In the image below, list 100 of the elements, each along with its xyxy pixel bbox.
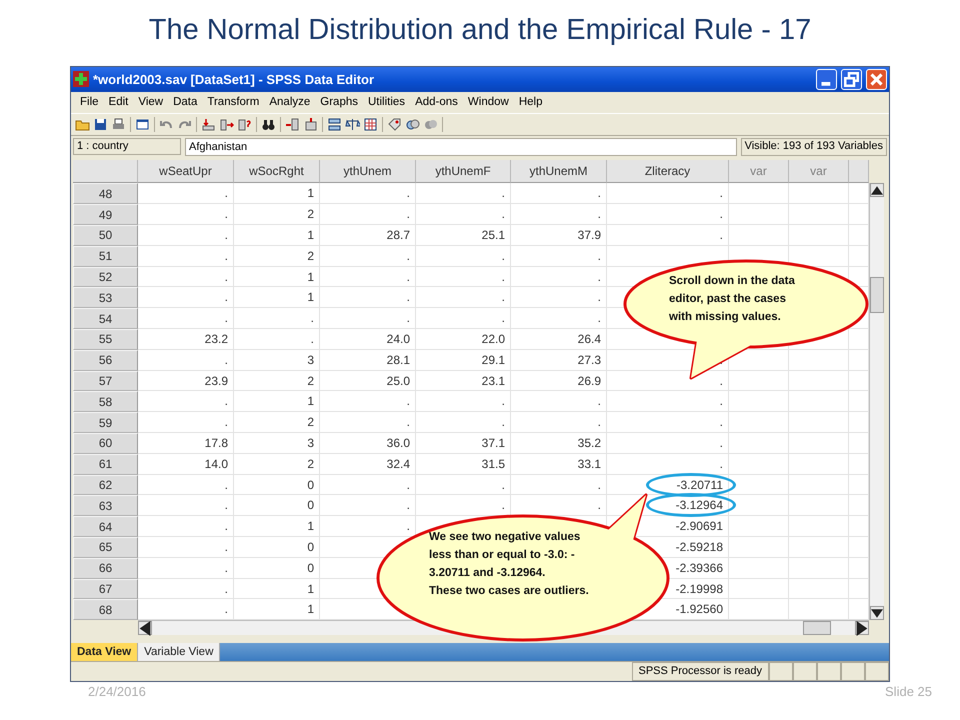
row-number[interactable]: 63 bbox=[73, 495, 138, 516]
row-number[interactable]: 60 bbox=[73, 433, 138, 454]
table-cell: . bbox=[138, 183, 234, 204]
menu-item[interactable]: Add-ons bbox=[410, 96, 463, 108]
table-cell: . bbox=[416, 266, 511, 288]
tag-icon[interactable] bbox=[387, 116, 402, 132]
table-cell bbox=[849, 225, 869, 246]
dialog-icon[interactable] bbox=[135, 116, 150, 132]
table-cell bbox=[789, 578, 849, 600]
right-arrow-icon[interactable] bbox=[856, 620, 868, 636]
status-text: SPSS Processor is ready bbox=[632, 662, 769, 681]
insert-row-icon[interactable] bbox=[285, 116, 300, 132]
row-number[interactable]: 58 bbox=[73, 391, 138, 412]
column-header[interactable]: Zliteracy bbox=[607, 160, 729, 184]
table-cell: . bbox=[607, 454, 729, 475]
row-arrow-icon[interactable] bbox=[201, 116, 216, 132]
row-number[interactable]: 51 bbox=[73, 246, 138, 267]
vertical-scrollbar[interactable] bbox=[869, 183, 884, 620]
row-number[interactable]: 62 bbox=[73, 474, 138, 496]
table-cell bbox=[789, 516, 849, 538]
table-cell: 26.9 bbox=[511, 370, 607, 392]
table-cell bbox=[849, 412, 869, 434]
row-number[interactable]: 57 bbox=[73, 370, 138, 392]
table-cell: . bbox=[511, 287, 607, 308]
table-cell: . bbox=[607, 391, 729, 412]
row-number[interactable]: 49 bbox=[73, 204, 138, 226]
table-cell: 0 bbox=[234, 474, 320, 496]
header-corner bbox=[849, 160, 869, 184]
row-number[interactable]: 55 bbox=[73, 329, 138, 350]
table-cell: . bbox=[234, 308, 320, 330]
table-cell bbox=[789, 537, 849, 558]
circles-icon[interactable] bbox=[405, 116, 420, 132]
table-cell: . bbox=[234, 329, 320, 350]
table-cell: . bbox=[416, 495, 511, 516]
split-table-icon[interactable] bbox=[327, 116, 342, 132]
grid-icon[interactable] bbox=[363, 116, 378, 132]
table-cell bbox=[849, 246, 869, 267]
menu-item[interactable]: Edit bbox=[104, 96, 134, 108]
column-header[interactable]: ythUnem bbox=[320, 160, 416, 184]
row-number[interactable]: 52 bbox=[73, 266, 138, 288]
column-question-icon[interactable] bbox=[237, 116, 252, 132]
column-header[interactable]: ythUnemM bbox=[511, 160, 607, 184]
table-cell: . bbox=[138, 558, 234, 579]
column-header[interactable]: wSocRght bbox=[234, 160, 320, 184]
menu-item[interactable]: View bbox=[133, 96, 168, 108]
tab[interactable]: Variable View bbox=[138, 643, 220, 662]
save-icon[interactable] bbox=[93, 116, 108, 132]
insert-column-icon[interactable] bbox=[303, 116, 318, 132]
row-number[interactable]: 56 bbox=[73, 350, 138, 371]
table-cell: . bbox=[607, 225, 729, 246]
tab[interactable]: Data View bbox=[71, 643, 138, 662]
table-cell bbox=[729, 454, 789, 475]
table-cell bbox=[789, 412, 849, 434]
table-cell: . bbox=[511, 474, 607, 496]
menu-item[interactable]: Window bbox=[462, 96, 514, 108]
menu-item[interactable]: Graphs bbox=[315, 96, 363, 108]
table-cell: . bbox=[138, 516, 234, 538]
table-cell bbox=[849, 558, 869, 579]
row-number[interactable]: 53 bbox=[73, 287, 138, 308]
row-number[interactable]: 67 bbox=[73, 578, 138, 600]
printer-icon[interactable] bbox=[111, 116, 126, 132]
row-number[interactable]: 48 bbox=[73, 183, 138, 204]
row-number[interactable]: 64 bbox=[73, 516, 138, 538]
table-cell bbox=[789, 474, 849, 496]
menu-item[interactable]: Data bbox=[168, 96, 202, 108]
row-number[interactable]: 61 bbox=[73, 454, 138, 475]
table-cell: 36.0 bbox=[320, 433, 416, 454]
table-cell bbox=[789, 558, 849, 579]
table-cell bbox=[789, 183, 849, 204]
table-cell: 1 bbox=[234, 183, 320, 204]
table-cell: 0 bbox=[234, 537, 320, 558]
row-number[interactable]: 65 bbox=[73, 537, 138, 558]
scroll-thumb[interactable] bbox=[803, 621, 831, 636]
column-header[interactable]: wSeatUpr bbox=[138, 160, 234, 184]
menu-item[interactable]: Analyze bbox=[264, 96, 316, 108]
scroll-thumb[interactable] bbox=[870, 277, 884, 314]
table-cell bbox=[729, 350, 789, 371]
scale-icon[interactable] bbox=[345, 116, 360, 132]
table-cell: 1 bbox=[234, 225, 320, 246]
table-cell: 14.0 bbox=[138, 454, 234, 475]
table-cell: 1 bbox=[234, 578, 320, 600]
row-number[interactable]: 66 bbox=[73, 558, 138, 579]
menu-item[interactable]: Transform bbox=[202, 96, 264, 108]
row-number[interactable]: 54 bbox=[73, 308, 138, 330]
table-cell: . bbox=[138, 308, 234, 330]
table-cell: . bbox=[511, 246, 607, 267]
row-number[interactable]: 59 bbox=[73, 412, 138, 434]
table-cell: . bbox=[416, 308, 511, 330]
table-cell: 37.1 bbox=[416, 433, 511, 454]
table-cell: . bbox=[320, 308, 416, 330]
row-number[interactable]: 68 bbox=[73, 599, 138, 620]
column-header[interactable]: ythUnemF bbox=[416, 160, 511, 184]
menu-item[interactable]: Help bbox=[514, 96, 548, 108]
cell-value-field[interactable]: Afghanistan bbox=[185, 138, 737, 156]
table-cell bbox=[729, 204, 789, 226]
menu-item[interactable]: File bbox=[75, 96, 104, 108]
left-arrow-icon[interactable] bbox=[139, 620, 151, 636]
column-arrow-icon[interactable] bbox=[219, 116, 234, 132]
menu-item[interactable]: Utilities bbox=[363, 96, 410, 108]
row-number[interactable]: 50 bbox=[73, 225, 138, 246]
